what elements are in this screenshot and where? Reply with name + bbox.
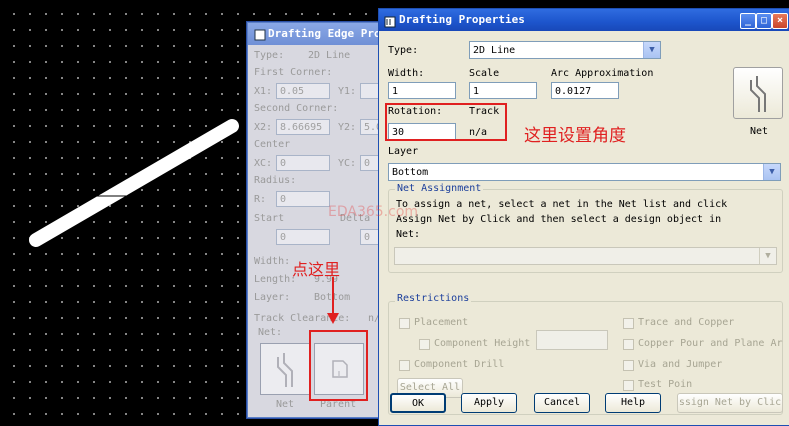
component-drill-checkbox[interactable] xyxy=(399,360,410,371)
watermark: EDA365.com xyxy=(328,204,419,220)
ok-button[interactable]: OK xyxy=(390,393,446,413)
component-height-field[interactable] xyxy=(536,330,608,350)
x1-field[interactable]: 0.05 xyxy=(276,83,330,99)
xc-field[interactable]: 0 xyxy=(276,155,330,171)
net-label: Net: xyxy=(258,327,283,338)
component-drill-label: Component Drill xyxy=(414,359,505,370)
net-trace-icon xyxy=(277,353,293,387)
maximize-button[interactable]: □ xyxy=(756,13,772,29)
annotation-arrow xyxy=(327,277,339,324)
x1-label: X1: xyxy=(254,86,273,97)
y1-label: Y1: xyxy=(338,86,357,97)
yc-label: YC: xyxy=(338,158,357,169)
parent-highlight-box xyxy=(309,330,368,401)
test-point-checkbox[interactable] xyxy=(623,380,634,391)
net-field-label: Net: xyxy=(396,229,421,240)
copper-pour-label: Copper Pour and Plane Ar xyxy=(638,338,783,349)
back-dialog-title: Drafting Edge Properties xyxy=(268,27,388,40)
layer-select-value: Bottom xyxy=(392,167,429,178)
restrictions-title: Restrictions xyxy=(395,293,472,304)
length-label: Length: xyxy=(254,274,297,285)
x2-label: X2: xyxy=(254,122,273,133)
rotation-highlight-box xyxy=(385,103,507,141)
second-corner-label: Second Corner: xyxy=(254,103,339,114)
width-field[interactable]: 1 xyxy=(388,82,456,99)
front-dialog-title: Drafting Properties xyxy=(399,13,525,26)
arc-approximation-label: Arc Approximation xyxy=(551,68,654,79)
cancel-button[interactable]: Cancel xyxy=(534,393,590,413)
net-button-label: Net xyxy=(750,126,769,137)
type-select[interactable]: 2D Line ▼ xyxy=(469,41,661,59)
r-field[interactable]: 0 xyxy=(276,191,330,207)
component-height-checkbox[interactable] xyxy=(419,339,430,350)
placement-checkbox[interactable] xyxy=(399,318,410,329)
trace-and-copper-checkbox[interactable] xyxy=(623,318,634,329)
scale-field[interactable]: 1 xyxy=(469,82,537,99)
net-select[interactable]: ▼ xyxy=(394,247,777,265)
via-and-jumper-label: Via and Jumper xyxy=(638,359,723,370)
apply-button[interactable]: Apply xyxy=(461,393,517,413)
test-point-label: Test Poin xyxy=(638,379,693,390)
width-label: Width: xyxy=(388,68,425,79)
arc-approximation-field[interactable]: 0.0127 xyxy=(551,82,619,99)
type-select-value: 2D Line xyxy=(473,45,516,56)
net-button-label: Net xyxy=(276,399,295,410)
x2-field[interactable]: 8.66695 xyxy=(276,119,330,135)
center-label: Center xyxy=(254,139,291,150)
minimize-button[interactable]: _ xyxy=(740,13,756,29)
placement-label: Placement xyxy=(414,317,469,328)
app-icon xyxy=(254,27,266,49)
y2-label: Y2: xyxy=(338,122,357,133)
net-button[interactable] xyxy=(733,67,783,119)
via-and-jumper-checkbox[interactable] xyxy=(623,360,634,371)
start-label: Start xyxy=(254,213,285,224)
scale-label: Scale xyxy=(469,68,500,79)
front-dialog-title-bar[interactable]: Drafting Properties _ □ × xyxy=(379,9,789,31)
type-label: Type: xyxy=(388,45,419,56)
net-assignment-instruction-2: Assign Net by Click and then select a de… xyxy=(396,214,722,225)
first-corner-label: First Corner: xyxy=(254,67,333,78)
net-assignment-title: Net Assignment xyxy=(395,183,484,194)
net-assignment-instruction-1: To assign a net, select a net in the Net… xyxy=(396,199,728,210)
radius-label: Radius: xyxy=(254,175,297,186)
net-trace-icon xyxy=(750,76,766,112)
net-button[interactable] xyxy=(260,343,310,395)
r-label: R: xyxy=(254,194,267,205)
chevron-down-icon: ▼ xyxy=(763,164,780,180)
start-field[interactable]: 0 xyxy=(276,229,330,245)
trace-and-copper-label: Trace and Copper xyxy=(638,317,735,328)
drafting-properties-dialog: Drafting Properties _ □ × Type: 2D Line … xyxy=(378,8,789,426)
help-button[interactable]: Help xyxy=(605,393,661,413)
layer-label: Layer: xyxy=(254,292,291,303)
component-height-label: Component Height xyxy=(434,338,531,349)
xc-label: XC: xyxy=(254,158,273,169)
type-value: 2D Line xyxy=(308,50,351,61)
app-icon xyxy=(384,14,396,36)
copper-pour-checkbox[interactable] xyxy=(623,339,634,350)
layer-select[interactable]: Bottom ▼ xyxy=(388,163,781,181)
close-button[interactable]: × xyxy=(772,13,788,29)
width-label: Width: xyxy=(254,256,291,267)
type-label: Type: xyxy=(254,50,285,61)
layer-label: Layer xyxy=(388,146,419,157)
chevron-down-icon: ▼ xyxy=(643,42,660,58)
chevron-down-icon: ▼ xyxy=(759,248,776,264)
back-dialog-title-bar[interactable]: Drafting Edge Properties xyxy=(248,23,388,45)
assign-net-by-click-button[interactable]: ssign Net by Clic xyxy=(677,393,783,413)
set-angle-annotation: 这里设置角度 xyxy=(524,126,626,146)
